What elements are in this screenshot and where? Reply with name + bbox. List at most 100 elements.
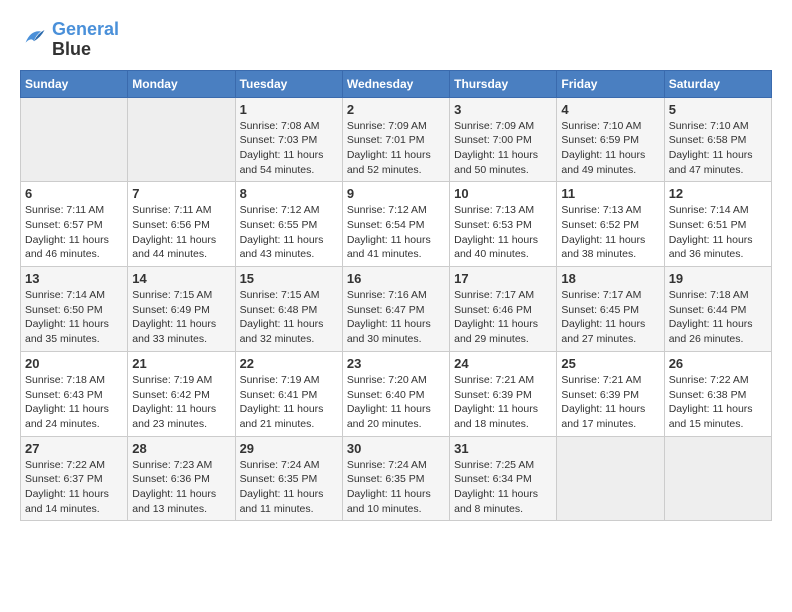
cell-sun-info: Sunrise: 7:25 AMSunset: 6:34 PMDaylight:… [454,458,552,517]
calendar-cell: 2 Sunrise: 7:09 AMSunset: 7:01 PMDaylight… [342,97,449,182]
cell-sun-info: Sunrise: 7:19 AMSunset: 6:42 PMDaylight:… [132,373,230,432]
cell-sun-info: Sunrise: 7:09 AMSunset: 7:00 PMDaylight:… [454,119,552,178]
calendar-cell: 7 Sunrise: 7:11 AMSunset: 6:56 PMDaylight… [128,182,235,267]
cell-day-number: 15 [240,271,338,286]
calendar-cell: 21 Sunrise: 7:19 AMSunset: 6:42 PMDayligh… [128,351,235,436]
calendar-cell [21,97,128,182]
calendar-cell: 16 Sunrise: 7:16 AMSunset: 6:47 PMDayligh… [342,267,449,352]
calendar-cell: 27Sunrise: 7:22 AMSunset: 6:37 PMDayligh… [21,436,128,521]
day-header-wednesday: Wednesday [342,70,449,97]
calendar-header-row: SundayMondayTuesdayWednesdayThursdayFrid… [21,70,772,97]
logo-text: General Blue [52,20,119,60]
calendar-cell: 18 Sunrise: 7:17 AMSunset: 6:45 PMDayligh… [557,267,664,352]
cell-sun-info: Sunrise: 7:17 AMSunset: 6:46 PMDaylight:… [454,288,552,347]
calendar-week-row: 20 Sunrise: 7:18 AMSunset: 6:43 PMDayligh… [21,351,772,436]
cell-sun-info: Sunrise: 7:15 AMSunset: 6:48 PMDaylight:… [240,288,338,347]
calendar-week-row: 13 Sunrise: 7:14 AMSunset: 6:50 PMDayligh… [21,267,772,352]
calendar-cell: 23Sunrise: 7:20 AMSunset: 6:40 PMDayligh… [342,351,449,436]
calendar-cell: 28 Sunrise: 7:23 AMSunset: 6:36 PMDayligh… [128,436,235,521]
cell-sun-info: Sunrise: 7:14 AMSunset: 6:51 PMDaylight:… [669,203,767,262]
calendar-table: SundayMondayTuesdayWednesdayThursdayFrid… [20,70,772,522]
cell-day-number: 13 [25,271,123,286]
cell-day-number: 7 [132,186,230,201]
calendar-cell: 14Sunrise: 7:15 AMSunset: 6:49 PMDayligh… [128,267,235,352]
cell-sun-info: Sunrise: 7:13 AMSunset: 6:52 PMDaylight:… [561,203,659,262]
cell-day-number: 2 [347,102,445,117]
logo: General Blue [20,20,119,60]
cell-sun-info: Sunrise: 7:21 AMSunset: 6:39 PMDaylight:… [561,373,659,432]
cell-sun-info: Sunrise: 7:16 AMSunset: 6:47 PMDaylight:… [347,288,445,347]
cell-day-number: 10 [454,186,552,201]
logo-bird-icon [20,23,48,51]
cell-sun-info: Sunrise: 7:13 AMSunset: 6:53 PMDaylight:… [454,203,552,262]
calendar-cell: 26 Sunrise: 7:22 AMSunset: 6:38 PMDayligh… [664,351,771,436]
calendar-cell: 17 Sunrise: 7:17 AMSunset: 6:46 PMDayligh… [450,267,557,352]
calendar-cell: 30 Sunrise: 7:24 AMSunset: 6:35 PMDayligh… [342,436,449,521]
day-header-thursday: Thursday [450,70,557,97]
calendar-cell: 25 Sunrise: 7:21 AMSunset: 6:39 PMDayligh… [557,351,664,436]
cell-sun-info: Sunrise: 7:14 AMSunset: 6:50 PMDaylight:… [25,288,123,347]
calendar-cell: 8Sunrise: 7:12 AMSunset: 6:55 PMDaylight… [235,182,342,267]
cell-day-number: 29 [240,441,338,456]
cell-sun-info: Sunrise: 7:10 AMSunset: 6:58 PMDaylight:… [669,119,767,178]
cell-day-number: 17 [454,271,552,286]
day-header-saturday: Saturday [664,70,771,97]
cell-sun-info: Sunrise: 7:08 AMSunset: 7:03 PMDaylight:… [240,119,338,178]
cell-day-number: 21 [132,356,230,371]
calendar-cell [128,97,235,182]
cell-day-number: 22 [240,356,338,371]
cell-day-number: 6 [25,186,123,201]
cell-day-number: 4 [561,102,659,117]
cell-day-number: 26 [669,356,767,371]
cell-day-number: 1 [240,102,338,117]
cell-sun-info: Sunrise: 7:18 AMSunset: 6:43 PMDaylight:… [25,373,123,432]
calendar-cell: 22 Sunrise: 7:19 AMSunset: 6:41 PMDayligh… [235,351,342,436]
cell-sun-info: Sunrise: 7:22 AMSunset: 6:38 PMDaylight:… [669,373,767,432]
cell-sun-info: Sunrise: 7:12 AMSunset: 6:55 PMDaylight:… [240,203,338,262]
cell-day-number: 30 [347,441,445,456]
cell-sun-info: Sunrise: 7:23 AMSunset: 6:36 PMDaylight:… [132,458,230,517]
cell-day-number: 31 [454,441,552,456]
cell-sun-info: Sunrise: 7:24 AMSunset: 6:35 PMDaylight:… [347,458,445,517]
day-header-friday: Friday [557,70,664,97]
cell-day-number: 28 [132,441,230,456]
cell-sun-info: Sunrise: 7:09 AMSunset: 7:01 PMDaylight:… [347,119,445,178]
cell-sun-info: Sunrise: 7:22 AMSunset: 6:37 PMDaylight:… [25,458,123,517]
cell-sun-info: Sunrise: 7:21 AMSunset: 6:39 PMDaylight:… [454,373,552,432]
calendar-cell: 29 Sunrise: 7:24 AMSunset: 6:35 PMDayligh… [235,436,342,521]
calendar-cell: 6Sunrise: 7:11 AMSunset: 6:57 PMDaylight… [21,182,128,267]
cell-day-number: 24 [454,356,552,371]
cell-sun-info: Sunrise: 7:11 AMSunset: 6:56 PMDaylight:… [132,203,230,262]
calendar-week-row: 6Sunrise: 7:11 AMSunset: 6:57 PMDaylight… [21,182,772,267]
day-header-monday: Monday [128,70,235,97]
cell-sun-info: Sunrise: 7:18 AMSunset: 6:44 PMDaylight:… [669,288,767,347]
cell-day-number: 20 [25,356,123,371]
cell-day-number: 11 [561,186,659,201]
cell-day-number: 3 [454,102,552,117]
cell-sun-info: Sunrise: 7:19 AMSunset: 6:41 PMDaylight:… [240,373,338,432]
calendar-cell: 15 Sunrise: 7:15 AMSunset: 6:48 PMDayligh… [235,267,342,352]
cell-day-number: 12 [669,186,767,201]
calendar-cell: 4 Sunrise: 7:10 AMSunset: 6:59 PMDaylight… [557,97,664,182]
cell-sun-info: Sunrise: 7:12 AMSunset: 6:54 PMDaylight:… [347,203,445,262]
calendar-week-row: 27Sunrise: 7:22 AMSunset: 6:37 PMDayligh… [21,436,772,521]
calendar-cell: 31 Sunrise: 7:25 AMSunset: 6:34 PMDayligh… [450,436,557,521]
calendar-cell [664,436,771,521]
cell-sun-info: Sunrise: 7:24 AMSunset: 6:35 PMDaylight:… [240,458,338,517]
calendar-cell: 10 Sunrise: 7:13 AMSunset: 6:53 PMDayligh… [450,182,557,267]
cell-day-number: 25 [561,356,659,371]
calendar-cell: 3 Sunrise: 7:09 AMSunset: 7:00 PMDaylight… [450,97,557,182]
cell-day-number: 23 [347,356,445,371]
cell-sun-info: Sunrise: 7:10 AMSunset: 6:59 PMDaylight:… [561,119,659,178]
cell-day-number: 9 [347,186,445,201]
cell-day-number: 18 [561,271,659,286]
calendar-cell: 11 Sunrise: 7:13 AMSunset: 6:52 PMDayligh… [557,182,664,267]
cell-sun-info: Sunrise: 7:17 AMSunset: 6:45 PMDaylight:… [561,288,659,347]
calendar-cell: 19Sunrise: 7:18 AMSunset: 6:44 PMDayligh… [664,267,771,352]
day-header-tuesday: Tuesday [235,70,342,97]
cell-day-number: 16 [347,271,445,286]
calendar-cell [557,436,664,521]
calendar-cell: 9 Sunrise: 7:12 AMSunset: 6:54 PMDaylight… [342,182,449,267]
calendar-cell: 5Sunrise: 7:10 AMSunset: 6:58 PMDaylight… [664,97,771,182]
page-header: General Blue [20,20,772,60]
